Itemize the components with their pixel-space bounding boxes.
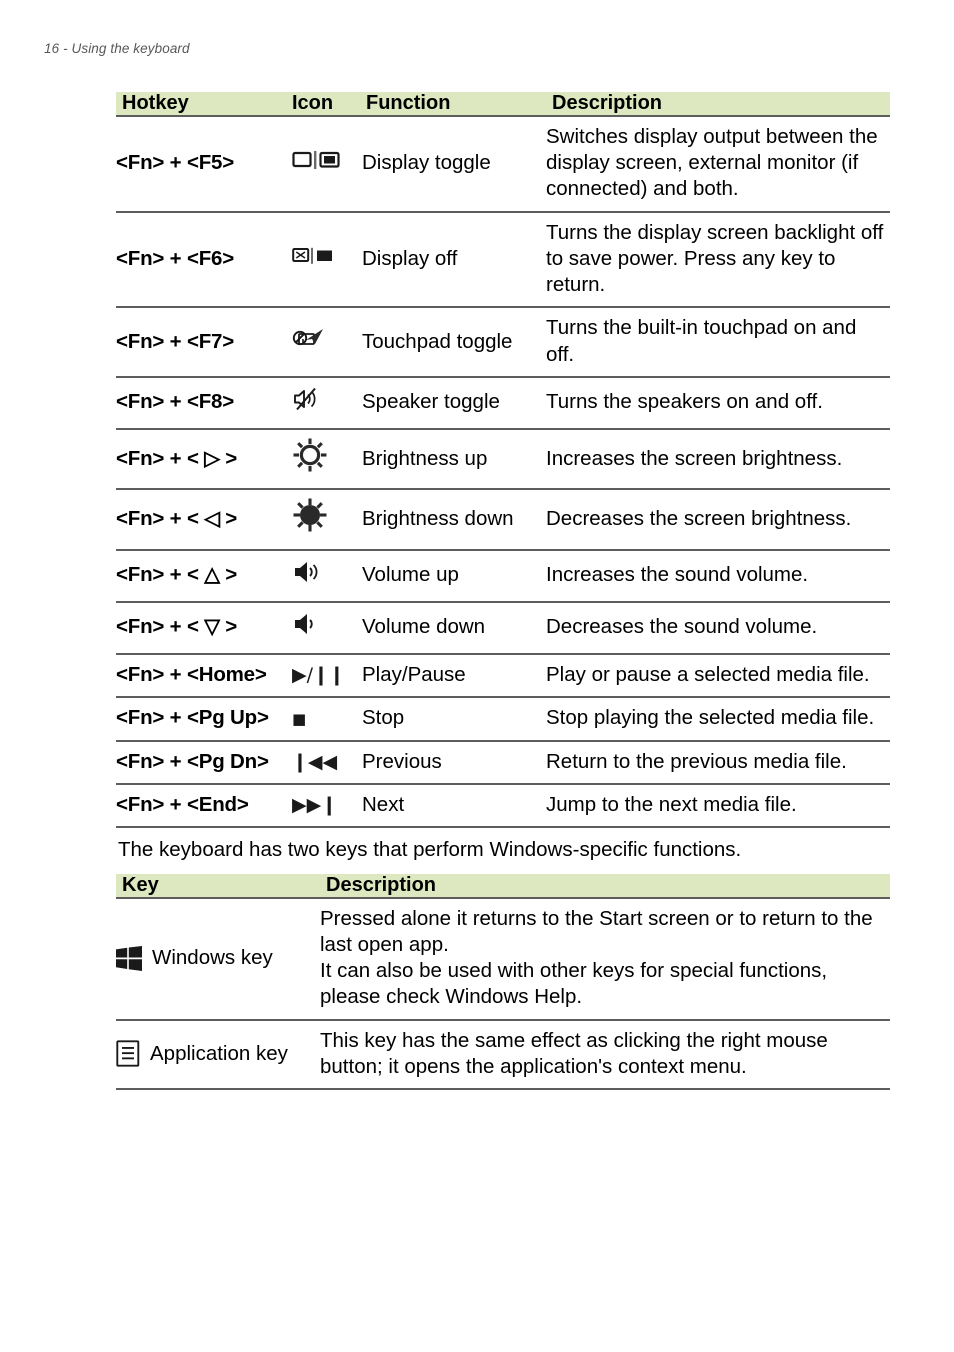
function-label: Display toggle xyxy=(362,115,546,212)
table-row: <Fn> + <F6> Display off Turns the displa… xyxy=(116,210,890,308)
sun-filled-icon xyxy=(292,497,328,533)
function-label: Brightness up xyxy=(362,428,546,490)
key-table-header-row: Key Description xyxy=(116,873,890,898)
column-header-function: Function xyxy=(362,92,546,116)
description-text: Play or pause a selected media file. xyxy=(546,653,890,698)
stop-icon: ■ xyxy=(292,710,307,729)
hotkey-combo: <Fn> + <Home> xyxy=(116,653,292,698)
key-description: Pressed alone it returns to the Start sc… xyxy=(320,896,890,1020)
icon-cell: ▶▶❙ xyxy=(292,782,362,828)
volume-down-icon xyxy=(292,610,324,638)
key-description-line: Pressed alone it returns to the Start sc… xyxy=(320,906,873,956)
key-cell: Windows key xyxy=(116,896,320,1020)
next-track-icon: ▶▶❙ xyxy=(292,793,338,816)
description-text: Increases the screen brightness. xyxy=(546,428,890,490)
speaker-mute-icon xyxy=(292,385,320,413)
table-row: <Fn> + <F7> Touchpad toggle Turns the bu… xyxy=(116,306,890,377)
column-header-icon: Icon xyxy=(292,92,362,116)
description-text: Stop playing the selected media file. xyxy=(546,696,890,741)
windows-key-icon xyxy=(116,945,142,971)
description-text: Return to the previous media file. xyxy=(546,739,890,784)
icon-cell: ▶/❙❙ xyxy=(292,653,362,698)
key-table: Key Description Windows key Pressed alon… xyxy=(116,873,890,1091)
description-text: Increases the sound volume. xyxy=(546,548,890,602)
display-off-icon xyxy=(292,247,338,265)
table-row: <Fn> + < ▷ > Brightness up Increases the… xyxy=(116,428,890,490)
key-label: Application key xyxy=(150,1041,288,1065)
function-label: Display off xyxy=(362,210,546,308)
table-row: Application key This key has the same ef… xyxy=(116,1018,890,1091)
table-row: <Fn> + <End> ▶▶❙ Next Jump to the next m… xyxy=(116,782,890,828)
hotkey-combo: <Fn> + < △ > xyxy=(116,548,292,602)
description-text: Turns the built-in touchpad on and off. xyxy=(546,306,890,377)
description-text: Switches display output between the disp… xyxy=(546,115,890,212)
hotkey-combo: <Fn> + <F5> xyxy=(116,115,292,212)
key-cell: Application key xyxy=(116,1018,320,1091)
function-label: Next xyxy=(362,782,546,828)
table-row: <Fn> + <F8> Speaker toggle Turns the spe… xyxy=(116,375,890,430)
function-label: Brightness down xyxy=(362,488,546,550)
table-row: <Fn> + < ◁ > Brightness down Decreases t… xyxy=(116,488,890,550)
hotkey-combo: <Fn> + <End> xyxy=(116,782,292,828)
function-label: Previous xyxy=(362,739,546,784)
touchpad-toggle-icon xyxy=(292,325,326,351)
function-label: Play/Pause xyxy=(362,653,546,698)
icon-cell xyxy=(292,375,362,430)
icon-cell: ❙◀◀ xyxy=(292,739,362,784)
description-text: Turns the speakers on and off. xyxy=(546,375,890,430)
hotkey-combo: <Fn> + < ▽ > xyxy=(116,600,292,655)
application-key-icon xyxy=(116,1040,140,1067)
hotkey-combo: <Fn> + < ◁ > xyxy=(116,488,292,550)
table-row: Windows key Pressed alone it returns to … xyxy=(116,896,890,1020)
table-row: <Fn> + <Pg Up> ■ Stop Stop playing the s… xyxy=(116,696,890,741)
description-text: Jump to the next media file. xyxy=(546,782,890,828)
column-header-description: Description xyxy=(546,92,890,116)
icon-cell xyxy=(292,488,362,550)
hotkey-combo: <Fn> + < ▷ > xyxy=(116,428,292,490)
function-label: Stop xyxy=(362,696,546,741)
windows-keys-paragraph: The keyboard has two keys that perform W… xyxy=(118,837,742,861)
description-text: Decreases the sound volume. xyxy=(546,600,890,655)
hotkey-combo: <Fn> + <F6> xyxy=(116,210,292,308)
key-label: Windows key xyxy=(152,945,273,969)
column-header-key-description: Description xyxy=(320,873,890,898)
table-row: <Fn> + < △ > Volume up Increases the sou… xyxy=(116,548,890,602)
function-label: Speaker toggle xyxy=(362,375,546,430)
icon-cell xyxy=(292,428,362,490)
column-header-hotkey: Hotkey xyxy=(116,92,292,116)
table-row: <Fn> + < ▽ > Volume down Decreases the s… xyxy=(116,600,890,655)
previous-track-icon: ❙◀◀ xyxy=(292,750,338,773)
hotkey-table: Hotkey Icon Function Description <Fn> + … xyxy=(116,92,890,828)
description-text: Turns the display screen backlight off t… xyxy=(546,210,890,308)
hotkey-combo: <Fn> + <F8> xyxy=(116,375,292,430)
icon-cell xyxy=(292,548,362,602)
function-label: Touchpad toggle xyxy=(362,306,546,377)
icon-cell xyxy=(292,600,362,655)
hotkey-combo: <Fn> + <Pg Dn> xyxy=(116,739,292,784)
play-pause-icon: ▶/❙❙ xyxy=(292,664,345,687)
icon-cell xyxy=(292,210,362,308)
document-page: 16 - Using the keyboard Hotkey Icon Func… xyxy=(0,0,954,1352)
icon-cell xyxy=(292,306,362,377)
description-text: Decreases the screen brightness. xyxy=(546,488,890,550)
hotkey-combo: <Fn> + <F7> xyxy=(116,306,292,377)
icon-cell xyxy=(292,115,362,212)
table-row: <Fn> + <Home> ▶/❙❙ Play/Pause Play or pa… xyxy=(116,653,890,698)
tables-container: Hotkey Icon Function Description <Fn> + … xyxy=(116,92,890,1091)
function-label: Volume down xyxy=(362,600,546,655)
running-head: 16 - Using the keyboard xyxy=(44,41,190,56)
hotkey-table-header-row: Hotkey Icon Function Description xyxy=(116,92,890,116)
hotkey-combo: <Fn> + <Pg Up> xyxy=(116,696,292,741)
table-row: <Fn> + <F5> Display toggle Switches disp… xyxy=(116,115,890,212)
table-row: <Fn> + <Pg Dn> ❙◀◀ Previous Return to th… xyxy=(116,739,890,784)
volume-up-icon xyxy=(292,558,324,586)
function-label: Volume up xyxy=(362,548,546,602)
key-description-line: This key has the same effect as clicking… xyxy=(320,1028,828,1078)
key-description-line: It can also be used with other keys for … xyxy=(320,959,828,1009)
display-toggle-icon xyxy=(292,150,340,170)
key-description: This key has the same effect as clicking… xyxy=(320,1018,890,1091)
column-header-key: Key xyxy=(116,873,320,898)
sun-outline-icon xyxy=(292,437,328,473)
icon-cell: ■ xyxy=(292,696,362,741)
